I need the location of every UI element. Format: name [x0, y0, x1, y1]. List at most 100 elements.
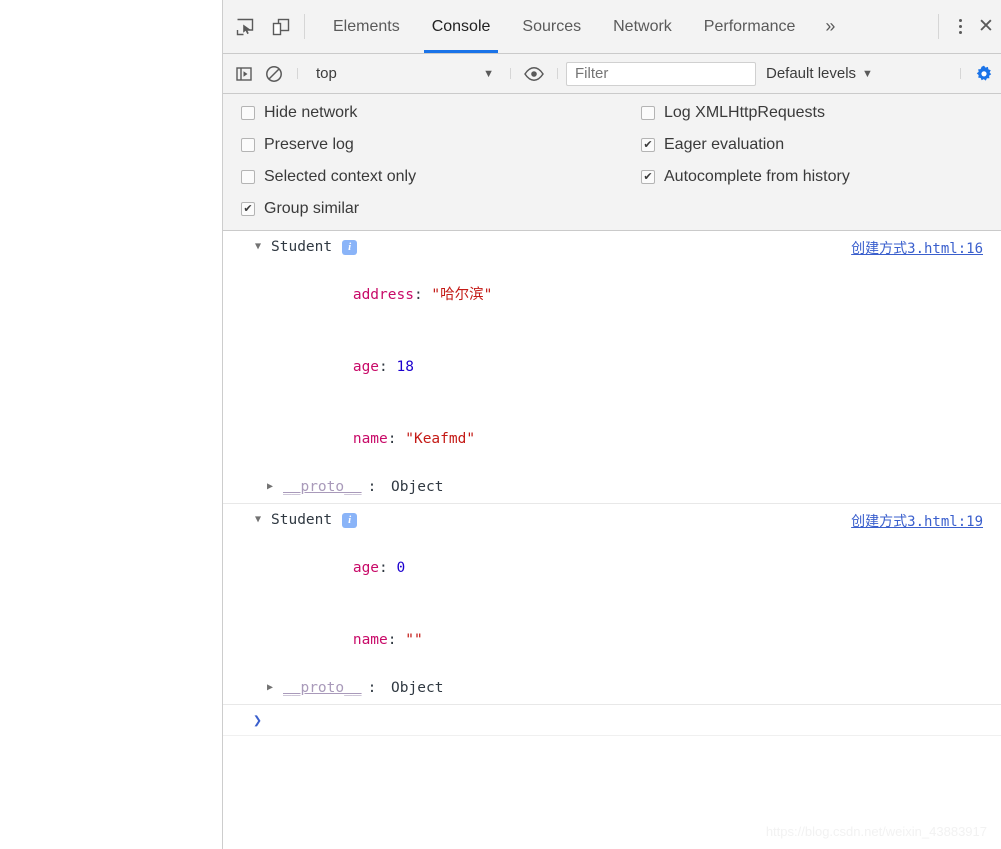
property-key: name — [352, 632, 388, 648]
checkbox-group-similar-label: Group similar — [264, 200, 360, 217]
property-value: Object — [391, 680, 444, 696]
inspect-element-icon[interactable] — [230, 12, 260, 42]
checkbox-autocomplete-from-history-box[interactable] — [641, 170, 655, 184]
checkbox-group-similar[interactable]: Group similar — [241, 200, 641, 218]
devtools-tab-list: Elements Console Sources Network Perform… — [313, 0, 930, 53]
checkbox-preserve-log-box[interactable] — [241, 138, 255, 152]
property-separator: : — [387, 632, 406, 648]
tab-sources[interactable]: Sources — [506, 0, 597, 53]
property-key: __proto__ — [283, 479, 362, 495]
tab-performance[interactable]: Performance — [688, 0, 812, 53]
property-value: 18 — [396, 359, 414, 375]
checkbox-preserve-log-label: Preserve log — [264, 136, 354, 153]
object-property: age: 18 — [223, 331, 1001, 403]
expand-triangle-icon[interactable]: ▶ — [267, 475, 277, 499]
console-message: 创建方式3.html:19 ▼ Student i age: 0 name: "… — [223, 504, 1001, 705]
tabstrip-right-divider — [938, 14, 939, 39]
property-value: "" — [405, 632, 423, 648]
console-toolbar-divider-3 — [557, 68, 558, 79]
chevron-down-icon: ▼ — [483, 67, 494, 80]
checkbox-selected-context-only-label: Selected context only — [264, 168, 417, 185]
expand-triangle-icon[interactable]: ▶ — [267, 676, 277, 700]
property-value: "哈尔滨" — [431, 287, 493, 303]
object-proto-row[interactable]: ▶ __proto__: Object — [223, 475, 1001, 499]
prompt-chevron-icon: ❯ — [253, 711, 263, 729]
filter-input[interactable] — [566, 61, 756, 86]
devtools-panel: Elements Console Sources Network Perform… — [222, 0, 1001, 849]
tab-network[interactable]: Network — [597, 0, 688, 53]
execution-context-dropdown[interactable]: top ▼ — [306, 61, 502, 87]
devtools-tool-icons — [223, 0, 296, 53]
tab-console[interactable]: Console — [416, 0, 507, 53]
checkbox-group-similar-box[interactable] — [241, 202, 255, 216]
info-badge-icon[interactable]: i — [342, 239, 358, 255]
tabstrip-right-controls: ✕ — [930, 0, 1001, 53]
live-expression-eye-icon[interactable] — [519, 59, 549, 89]
property-separator: : — [413, 287, 432, 303]
execution-context-value: top — [316, 65, 337, 82]
settings-gear-icon[interactable] — [969, 59, 999, 89]
expand-triangle-icon[interactable]: ▼ — [255, 508, 265, 532]
object-property: address: "哈尔滨" — [223, 259, 1001, 331]
property-separator: : — [367, 680, 386, 696]
expand-triangle-icon[interactable]: ▼ — [255, 235, 265, 259]
checkbox-autocomplete-from-history[interactable]: Autocomplete from history — [641, 168, 850, 186]
checkbox-preserve-log[interactable]: Preserve log — [241, 136, 641, 154]
checkbox-selected-context-only-box[interactable] — [241, 170, 255, 184]
console-sidebar-icon[interactable] — [229, 59, 259, 89]
console-settings-right-column: Log XMLHttpRequests Eager evaluation Aut… — [641, 104, 850, 218]
checkbox-hide-network-label: Hide network — [264, 104, 358, 121]
console-prompt-input[interactable] — [262, 708, 1001, 732]
source-link[interactable]: 创建方式3.html:19 — [851, 510, 983, 534]
chevron-down-icon: ▼ — [862, 67, 873, 80]
object-property: age: 0 — [223, 532, 1001, 604]
object-proto-row[interactable]: ▶ __proto__: Object — [223, 676, 1001, 700]
checkbox-log-xmlhttprequests-label: Log XMLHttpRequests — [664, 104, 825, 121]
console-message: 创建方式3.html:16 ▼ Student i address: "哈尔滨"… — [223, 231, 1001, 504]
log-levels-dropdown[interactable]: Default levels ▼ — [756, 65, 883, 82]
checkbox-log-xmlhttprequests-box[interactable] — [641, 106, 655, 120]
object-name: Student — [271, 512, 333, 528]
console-output: 创建方式3.html:16 ▼ Student i address: "哈尔滨"… — [223, 231, 1001, 849]
web-page-area — [0, 0, 222, 849]
property-separator: : — [387, 431, 406, 447]
console-prompt[interactable]: ❯ — [223, 705, 1001, 736]
property-separator: : — [379, 560, 397, 576]
clear-console-icon[interactable] — [259, 59, 289, 89]
more-options-icon[interactable] — [947, 12, 973, 42]
watermark: https://blog.csdn.net/weixin_43883917 — [765, 824, 987, 839]
info-badge-icon[interactable]: i — [342, 512, 358, 528]
console-toolbar-divider-1 — [297, 68, 298, 79]
console-toolbar: top ▼ Default levels ▼ — [223, 54, 1001, 94]
property-value: "Keafmd" — [405, 431, 476, 447]
checkbox-hide-network[interactable]: Hide network — [241, 104, 641, 122]
object-name: Student — [271, 239, 333, 255]
checkbox-hide-network-box[interactable] — [241, 106, 255, 120]
property-key: __proto__ — [283, 680, 362, 696]
close-icon[interactable]: ✕ — [973, 12, 999, 42]
property-value: Object — [391, 479, 444, 495]
console-settings-pane: Hide network Preserve log Selected conte… — [223, 94, 1001, 231]
checkbox-log-xmlhttprequests[interactable]: Log XMLHttpRequests — [641, 104, 850, 122]
tab-elements[interactable]: Elements — [317, 0, 416, 53]
object-property: name: "" — [223, 604, 1001, 676]
checkbox-eager-evaluation-box[interactable] — [641, 138, 655, 152]
console-toolbar-divider-4 — [960, 68, 961, 79]
checkbox-selected-context-only[interactable]: Selected context only — [241, 168, 641, 186]
property-separator: : — [367, 479, 386, 495]
property-key: age — [352, 560, 380, 576]
device-toolbar-icon[interactable] — [266, 12, 296, 42]
console-toolbar-divider-2 — [510, 68, 511, 79]
checkbox-eager-evaluation[interactable]: Eager evaluation — [641, 136, 850, 154]
log-levels-label: Default levels — [766, 65, 857, 82]
checkbox-autocomplete-from-history-label: Autocomplete from history — [664, 168, 850, 185]
object-property: name: "Keafmd" — [223, 403, 1001, 475]
toolbar-divider — [304, 14, 305, 39]
console-settings-left-column: Hide network Preserve log Selected conte… — [223, 104, 641, 218]
source-link[interactable]: 创建方式3.html:16 — [851, 237, 983, 261]
more-tabs-icon[interactable]: » — [811, 0, 849, 53]
property-separator: : — [379, 359, 397, 375]
property-value: 0 — [396, 560, 406, 576]
devtools-tabstrip: Elements Console Sources Network Perform… — [223, 0, 1001, 54]
property-key: name — [352, 431, 388, 447]
